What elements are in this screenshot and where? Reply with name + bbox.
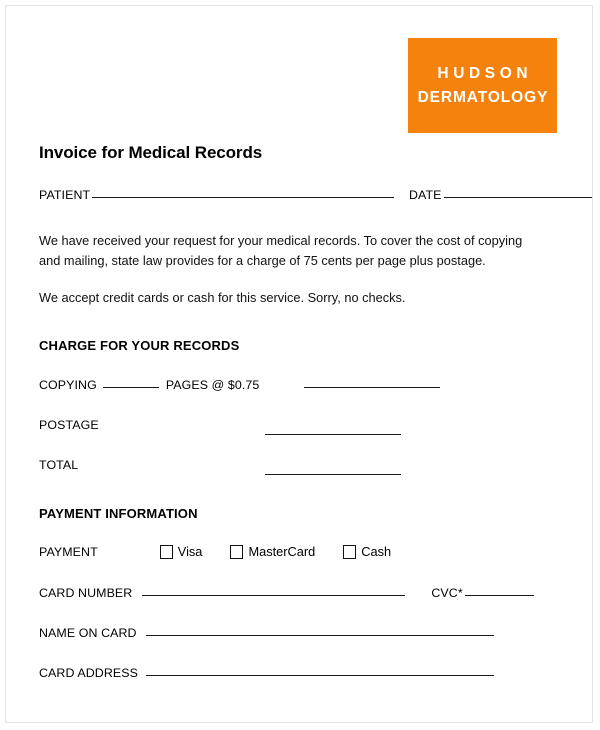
card-address-label: CARD ADDRESS (39, 666, 138, 680)
card-number-input-line[interactable] (142, 595, 406, 596)
cvc-label: CVC* (431, 586, 463, 600)
payment-option-mastercard-label: MasterCard (248, 544, 316, 559)
patient-field-row: PATIENT (39, 188, 395, 202)
payment-option-mastercard[interactable]: MasterCard (230, 544, 315, 559)
name-on-card-row: NAME ON CARD (39, 626, 494, 640)
checkbox-visa[interactable] (159, 544, 173, 559)
payment-option-visa-label: Visa (177, 544, 203, 559)
card-number-label: CARD NUMBER (39, 586, 133, 600)
copying-row: COPYING PAGES @ $0.75 (39, 378, 441, 392)
payment-section-heading: PAYMENT INFORMATION (39, 506, 198, 521)
date-label: DATE (409, 188, 442, 202)
date-input-line[interactable] (443, 197, 592, 198)
card-address-row: CARD ADDRESS (39, 666, 494, 680)
clinic-logo: HUDSON DERMATOLOGY (408, 38, 557, 133)
payment-method-row: PAYMENT Visa MasterCard Cash (39, 544, 391, 559)
postage-amount-input-line[interactable] (265, 434, 401, 435)
copying-label: COPYING (39, 378, 97, 392)
name-on-card-label: NAME ON CARD (39, 626, 137, 640)
copying-pages-input-line[interactable] (102, 387, 159, 388)
page-title: Invoice for Medical Records (39, 143, 263, 162)
logo-clinic-name: HUDSON (437, 64, 533, 82)
invoice-page: HUDSON DERMATOLOGY Invoice for Medical R… (0, 0, 600, 730)
card-number-row: CARD NUMBER CVC* (39, 586, 534, 600)
payment-option-cash[interactable]: Cash (343, 544, 391, 559)
name-on-card-input-line[interactable] (145, 635, 494, 636)
charge-section-heading: CHARGE FOR YOUR RECORDS (39, 338, 240, 353)
payment-option-visa[interactable]: Visa (159, 544, 203, 559)
intro-paragraph: We have received your request for your m… (39, 233, 523, 268)
postage-label: POSTAGE (39, 418, 99, 432)
total-row: TOTAL (39, 458, 401, 475)
checkbox-mastercard[interactable] (230, 544, 244, 559)
postage-row: POSTAGE (39, 418, 401, 435)
copying-rate-text: PAGES @ $0.75 (165, 378, 260, 392)
cvc-input-line[interactable] (464, 595, 534, 596)
payment-option-cash-label: Cash (361, 544, 392, 559)
copying-amount-input-line[interactable] (304, 387, 441, 388)
payment-policy-paragraph: We accept credit cards or cash for this … (39, 290, 406, 305)
total-label: TOTAL (39, 458, 79, 472)
patient-input-line[interactable] (92, 197, 395, 198)
logo-clinic-specialty: DERMATOLOGY (417, 89, 549, 106)
date-field-row: DATE (409, 188, 592, 202)
checkbox-cash[interactable] (343, 544, 357, 559)
payment-label: PAYMENT (39, 544, 98, 559)
invoice-content: HUDSON DERMATOLOGY Invoice for Medical R… (0, 0, 600, 730)
patient-label: PATIENT (39, 188, 91, 202)
total-amount-input-line[interactable] (265, 474, 401, 475)
card-address-input-line[interactable] (145, 675, 494, 676)
